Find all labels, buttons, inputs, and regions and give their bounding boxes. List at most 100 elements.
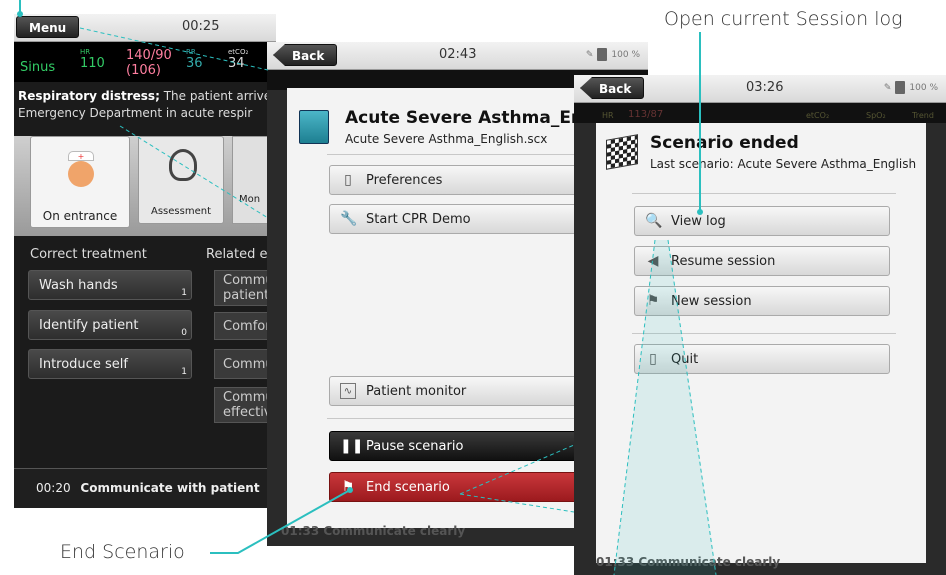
quit-label: Quit <box>671 351 699 367</box>
door-icon: ▯ <box>649 351 657 367</box>
monitor-icon: ∿ <box>340 383 356 399</box>
pause-label: Pause scenario <box>366 438 464 454</box>
footer-event: Communicate with patient <box>80 481 260 495</box>
tab-label: Mon <box>239 194 261 205</box>
treatment-button[interactable]: Introduce self 1 <box>28 349 192 379</box>
status-bar: Back 03:26 ✎ 100 % <box>574 75 946 103</box>
treatment-label: Introduce self <box>39 357 128 372</box>
treatment-button[interactable]: Wash hands 1 <box>28 270 192 300</box>
battery-level: 100 % <box>909 82 938 93</box>
cpr-label: Start CPR Demo <box>366 211 471 227</box>
battery-icon <box>597 48 608 61</box>
treatment-label: Identify patient <box>39 318 139 333</box>
quit-button[interactable]: ▯ Quit <box>634 344 890 374</box>
tab-label: Assessment <box>151 206 211 217</box>
tab-assessment[interactable]: Assessment <box>138 136 224 224</box>
scenario-title: Acute Severe Asthma_En <box>345 108 584 128</box>
system-icons: ✎ 100 % <box>586 48 640 61</box>
narrative-line2: Emergency Department in acute respir <box>18 106 253 120</box>
dim-trend: Trend <box>912 111 934 120</box>
dim-vitals: HR 113/87 etCO₂ SpO₂ Trend <box>574 103 946 123</box>
scenario-file: Acute Severe Asthma_English.scx <box>345 132 548 146</box>
back-button[interactable]: Back <box>580 77 645 99</box>
treatment-count: 0 <box>181 328 187 338</box>
end-scenario-callout: End Scenario <box>60 541 185 563</box>
dim-hr: HR <box>602 111 614 120</box>
narrative-bold: Respiratory distress; <box>18 89 160 103</box>
preferences-label: Preferences <box>366 172 443 188</box>
view-log-button[interactable]: 🔍 View log <box>634 206 890 236</box>
bp-value: 140/90 (106) <box>126 48 172 78</box>
treatment-count: 1 <box>181 367 187 377</box>
back-button[interactable]: Back <box>273 44 338 66</box>
menu-button[interactable]: Menu <box>16 16 80 38</box>
checkered-flag-icon: ⚑ <box>341 479 355 495</box>
narrative-text: Respiratory distress; The patient arrive… <box>18 88 271 122</box>
bp-mean: (106) <box>126 63 161 78</box>
tab-label: On entrance <box>42 209 118 223</box>
view-log-label: View log <box>671 213 726 229</box>
treatment-label: Wash hands <box>39 278 118 293</box>
checkered-flag-icon <box>606 134 638 170</box>
system-icons: ✎ 100 % <box>884 81 938 94</box>
bp-number: 140/90 <box>126 48 172 63</box>
rr-value: RR 36 <box>186 48 203 71</box>
tab-strip: + On entrance Assessment Mon <box>14 136 276 236</box>
scenario-ended-title: Scenario ended <box>650 133 799 153</box>
etco2-number: 34 <box>228 56 245 71</box>
resume-session-button[interactable]: ◀ Resume session <box>634 246 890 276</box>
session-clock: 02:43 <box>439 47 477 62</box>
treatment-count: 1 <box>181 288 187 298</box>
divider <box>632 193 896 194</box>
wrench-icon: 🔧 <box>340 211 358 227</box>
resume-label: Resume session <box>671 253 776 269</box>
divider <box>632 333 896 334</box>
narrative-line1: The patient arrive <box>159 89 272 103</box>
pause-icon: ❚❚ <box>340 438 364 454</box>
end-panel: Scenario ended Last scenario: Acute Seve… <box>596 123 926 563</box>
stethoscope-icon <box>169 149 197 181</box>
resume-icon: ◀ <box>647 253 659 269</box>
new-session-label: New session <box>671 293 752 309</box>
dim-spo2: SpO₂ <box>866 111 886 120</box>
nurse-icon: + <box>65 151 97 197</box>
person-icon: ✎ <box>883 82 892 93</box>
person-icon: ✎ <box>585 49 594 60</box>
monitor-label: Patient monitor <box>366 383 467 399</box>
end-label: End scenario <box>366 479 450 495</box>
related-events-header: Related ev <box>206 247 276 262</box>
phone-icon: ▯ <box>344 172 352 188</box>
dim-etco2: etCO₂ <box>806 111 830 120</box>
hr-label: HR <box>80 48 91 56</box>
session-log-callout: Open current Session log <box>664 8 903 30</box>
hr-number: 110 <box>80 56 105 71</box>
vitals-strip: Sinus HR 110 140/90 (106) RR 36 etCO₂ 34 <box>14 42 276 82</box>
rr-label: RR <box>186 48 196 56</box>
last-scenario-text: Last scenario: Acute Severe Asthma_Engli… <box>650 157 917 171</box>
tab-on-entrance[interactable]: + On entrance <box>30 136 130 228</box>
hr-value: HR 110 <box>80 48 105 71</box>
screen-main: Menu 00:25 Sinus HR 110 140/90 (106) RR 36 … <box>14 14 276 508</box>
etco2-label: etCO₂ <box>228 48 249 56</box>
dim-bp: 113/87 <box>628 109 664 120</box>
status-bar: Back 02:43 ✎ 100 % <box>267 42 648 70</box>
scenario-file-icon <box>299 110 329 144</box>
status-bar: Menu 00:25 <box>14 14 276 42</box>
battery-level: 100 % <box>611 49 640 60</box>
rr-number: 36 <box>186 56 203 71</box>
event-footer: 00:20 Communicate with patient <box>14 468 276 508</box>
treatment-button[interactable]: Identify patient 0 <box>28 310 192 340</box>
new-session-icon: ⚑ <box>646 293 660 309</box>
dim-footer: 01:33 Communicate clearly <box>281 524 466 538</box>
screen-scenario-ended: Back 03:26 ✎ 100 % HR 113/87 etCO₂ SpO₂ T… <box>574 75 946 575</box>
new-session-button[interactable]: ⚑ New session <box>634 286 890 316</box>
etco2-value: etCO₂ 34 <box>228 48 248 71</box>
rhythm-value: Sinus <box>20 60 56 75</box>
dim-footer: 01:33 Communicate clearly <box>596 555 781 569</box>
log-icon: 🔍 <box>645 213 663 229</box>
battery-icon <box>895 81 906 94</box>
session-clock: 03:26 <box>746 80 784 95</box>
correct-treatment-header: Correct treatment <box>30 247 147 262</box>
footer-time: 00:20 <box>36 481 71 495</box>
session-clock: 00:25 <box>182 19 220 34</box>
